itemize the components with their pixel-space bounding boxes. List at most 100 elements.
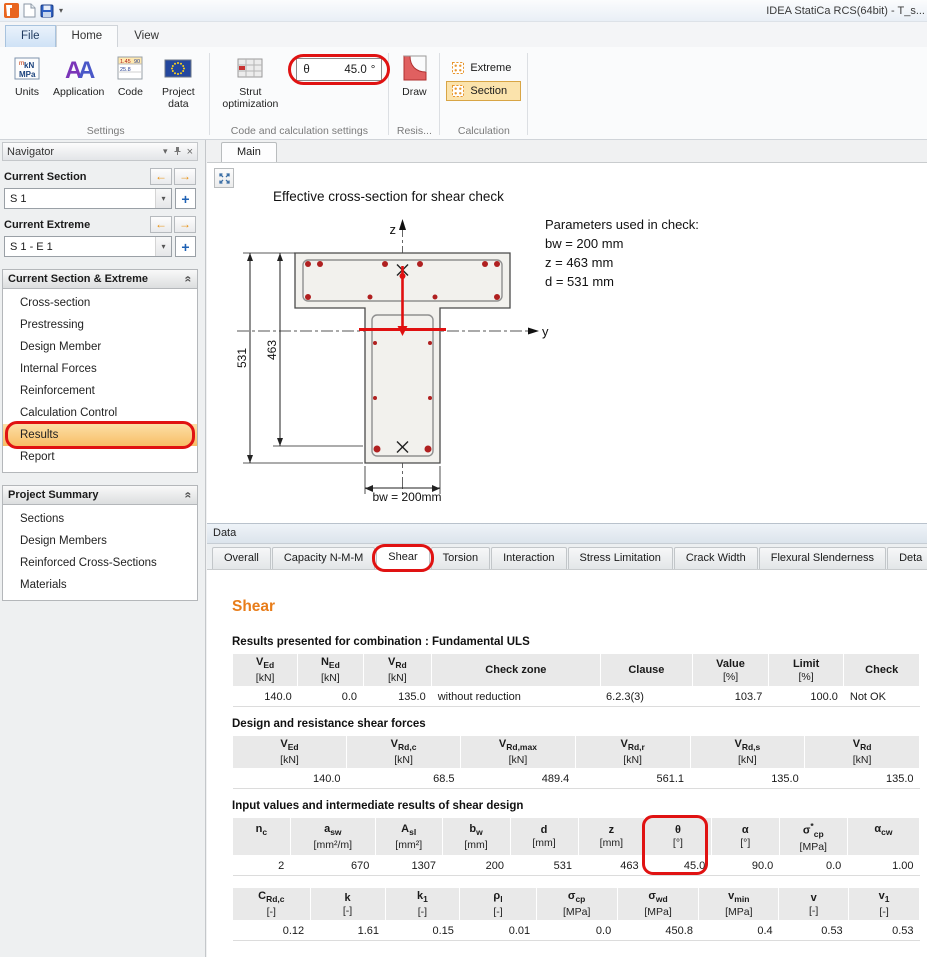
table-cell: 135.0	[690, 769, 805, 789]
column-header: Check	[844, 654, 920, 687]
column-header: Check zone	[432, 654, 600, 687]
nav-item-calculation-control[interactable]: Calculation Control	[3, 402, 197, 424]
nav-item-reinforced-cross-sections[interactable]: Reinforced Cross-Sections	[3, 552, 197, 574]
navigator-menu-icon[interactable]: ▾	[163, 146, 168, 157]
nav-item-sections[interactable]: Sections	[3, 508, 197, 530]
nav-item-materials[interactable]: Materials	[3, 574, 197, 596]
svg-text:A: A	[78, 57, 95, 84]
next-extreme-button[interactable]: →	[174, 216, 196, 233]
group-header-project-summary[interactable]: Project Summary «	[2, 485, 198, 505]
column-header: Clause	[600, 654, 693, 687]
save-icon[interactable]	[40, 4, 54, 18]
application-icon: AA	[63, 52, 95, 84]
tab-file[interactable]: File	[5, 25, 56, 47]
navigator-titlebar: Navigator ▾ ×	[2, 142, 198, 161]
tab-view[interactable]: View	[118, 25, 175, 47]
data-tab-interaction[interactable]: Interaction	[491, 547, 566, 569]
nav-item-internal-forces[interactable]: Internal Forces	[3, 358, 197, 380]
nav-item-report[interactable]: Report	[3, 446, 197, 468]
dimension-463: 463	[265, 340, 279, 360]
column-header: σ*cp[MPa]	[779, 818, 847, 856]
quickbar-dropdown-icon[interactable]: ▾	[59, 6, 63, 15]
chevron-down-icon: ▾	[155, 189, 171, 208]
data-tab-flexural-slenderness[interactable]: Flexural Slenderness	[759, 547, 886, 569]
dimension-531: 531	[235, 348, 249, 368]
navigator-panel: Navigator ▾ × Current Section ← → S 1 ▾ …	[0, 140, 206, 957]
current-extreme-label: Current Extreme	[4, 219, 90, 231]
page-title: Shear	[232, 598, 920, 616]
table-cell: 531	[510, 856, 578, 876]
add-section-button[interactable]: +	[175, 188, 196, 209]
section-toggle[interactable]: Section	[446, 81, 521, 101]
units-icon: mkNMPa	[11, 52, 43, 84]
nav-item-design-members[interactable]: Design Members	[3, 530, 197, 552]
new-document-icon[interactable]	[23, 3, 36, 18]
table-cell: 1.61	[310, 921, 385, 941]
strut-optimization-button[interactable]: Strut optimization	[216, 51, 284, 111]
nav-item-prestressing[interactable]: Prestressing	[3, 314, 197, 336]
current-extreme-select[interactable]: S 1 - E 1 ▾	[4, 236, 172, 257]
data-tab-capacity-n-m-m[interactable]: Capacity N-M-M	[272, 547, 375, 569]
column-header: v[-]	[779, 888, 849, 921]
extreme-label: Extreme	[470, 62, 511, 74]
table-cell: 135.0	[363, 687, 432, 707]
previous-section-button[interactable]: ←	[150, 168, 172, 185]
table-caption: Results presented for combination : Fund…	[232, 636, 920, 648]
add-extreme-button[interactable]: +	[175, 236, 196, 257]
data-tab-torsion[interactable]: Torsion	[431, 547, 490, 569]
data-tab-deta[interactable]: Deta	[887, 547, 927, 569]
tab-main[interactable]: Main	[221, 142, 277, 162]
ribbon-group-settings: mkNMPa Units AA Application 1.459025.8 C…	[2, 49, 209, 139]
previous-extreme-button[interactable]: ←	[150, 216, 172, 233]
column-header: VEd[kN]	[233, 654, 298, 687]
svg-text:MPa: MPa	[19, 70, 36, 79]
nav-item-results[interactable]: Results	[3, 424, 197, 446]
column-header: NEd[kN]	[298, 654, 363, 687]
draw-icon	[398, 52, 430, 84]
axis-z-label: z	[390, 222, 397, 237]
extreme-icon	[451, 61, 465, 75]
table-cell: 140.0	[233, 687, 298, 707]
column-header: VEd[kN]	[233, 736, 347, 769]
column-header: asw[mm²/m]	[290, 818, 375, 856]
code-label: Code	[118, 86, 143, 98]
table-cell: Not OK	[844, 687, 920, 707]
collapse-icon[interactable]: «	[182, 276, 196, 283]
table-cell: 670	[290, 856, 375, 876]
nav-item-reinforcement[interactable]: Reinforcement	[3, 380, 197, 402]
nav-item-design-member[interactable]: Design Member	[3, 336, 197, 358]
draw-button[interactable]: Draw	[395, 51, 433, 99]
svg-text:kN: kN	[24, 61, 34, 70]
tab-home[interactable]: Home	[56, 25, 119, 47]
table-cell: 45.0	[645, 856, 712, 876]
project-data-button[interactable]: Project data	[153, 51, 203, 111]
close-icon[interactable]: ×	[187, 146, 193, 158]
next-section-button[interactable]: →	[174, 168, 196, 185]
data-tab-overall[interactable]: Overall	[212, 547, 271, 569]
collapse-icon[interactable]: «	[182, 492, 196, 499]
column-header: ρl[-]	[460, 888, 536, 921]
application-button[interactable]: AA Application	[50, 51, 107, 99]
navigator-list-project-summary: SectionsDesign MembersReinforced Cross-S…	[2, 505, 198, 601]
table-cell: 103.7	[693, 687, 769, 707]
code-button[interactable]: 1.459025.8 Code	[111, 51, 149, 99]
table-cell: 561.1	[575, 769, 690, 789]
data-tab-shear[interactable]: Shear	[376, 546, 429, 569]
drawing-canvas[interactable]: Effective cross-section for shear check …	[207, 163, 927, 523]
window-title: IDEA StatiCa RCS(64bit) - T_s...	[766, 5, 925, 17]
current-section-select[interactable]: S 1 ▾	[4, 188, 172, 209]
column-header: bw[mm]	[442, 818, 510, 856]
extreme-toggle[interactable]: Extreme	[446, 58, 521, 78]
column-header: σwd[MPa]	[617, 888, 699, 921]
data-tab-crack-width[interactable]: Crack Width	[674, 547, 758, 569]
data-tab-stress-limitation[interactable]: Stress Limitation	[568, 547, 673, 569]
pin-icon[interactable]	[173, 146, 182, 158]
nav-item-cross-section[interactable]: Cross-section	[3, 292, 197, 314]
group-header-label: Current Section & Extreme	[8, 273, 148, 285]
axis-y-label: y	[542, 324, 549, 339]
ribbon: mkNMPa Units AA Application 1.459025.8 C…	[0, 47, 927, 140]
column-header: VRd[kN]	[363, 654, 432, 687]
theta-input[interactable]: θ 45.0 °	[296, 58, 382, 81]
units-button[interactable]: mkNMPa Units	[8, 51, 46, 99]
group-header-current-section-extreme[interactable]: Current Section & Extreme «	[2, 269, 198, 289]
